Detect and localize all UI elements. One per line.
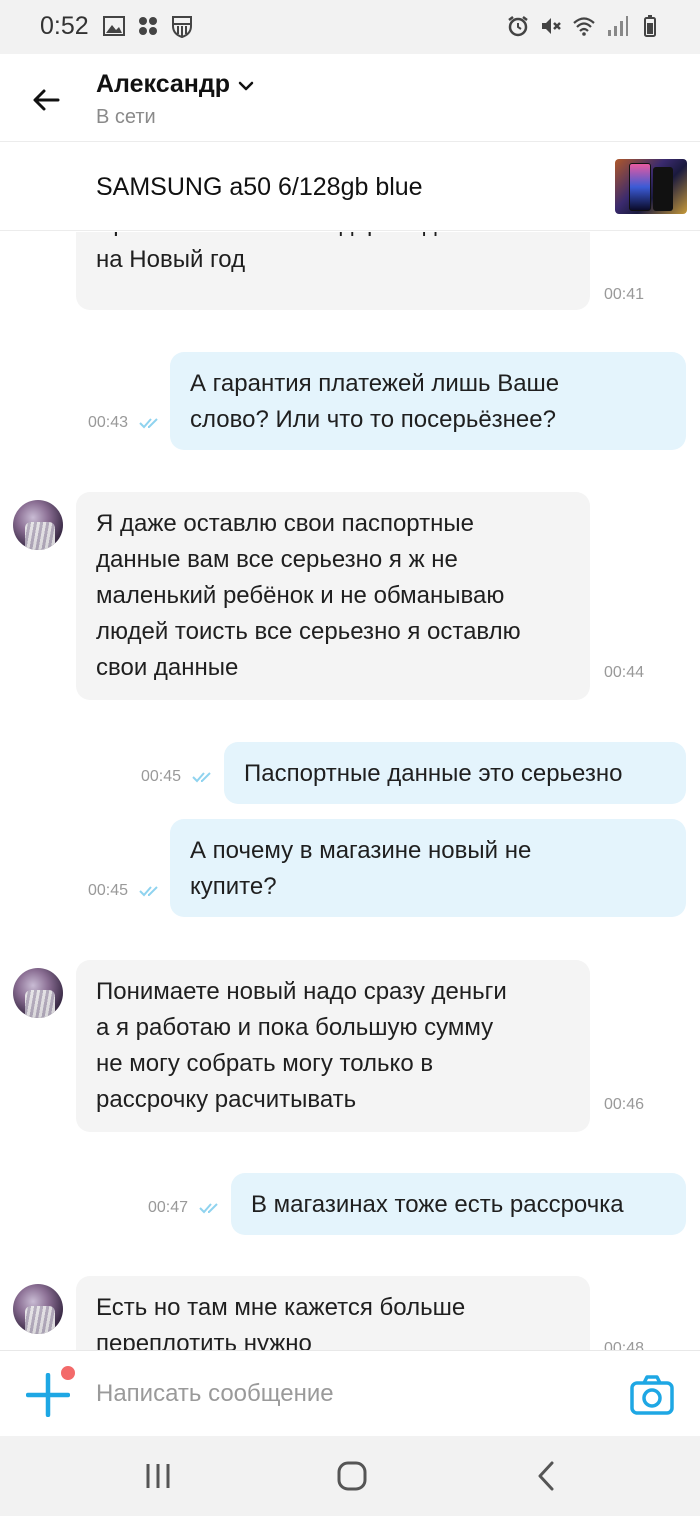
message-text: Паспортные данные это серьезно bbox=[244, 760, 623, 787]
recent-apps-icon[interactable] bbox=[140, 1460, 176, 1492]
avatar[interactable] bbox=[13, 500, 63, 550]
message-text: Я даже оставлю свои паспортные данные ва… bbox=[96, 510, 521, 681]
home-icon[interactable] bbox=[334, 1460, 370, 1492]
message-time: 00:46 bbox=[604, 1096, 645, 1113]
notification-dot bbox=[58, 1363, 78, 1383]
message-outgoing[interactable]: А гарантия платежей лишь Ваше слово? Или… bbox=[170, 352, 686, 450]
message-time: 00:43 bbox=[88, 414, 129, 431]
wifi-icon bbox=[573, 17, 595, 36]
read-ticks-icon bbox=[139, 418, 158, 429]
message-time: 00:48 bbox=[604, 1340, 645, 1350]
system-nav-bar bbox=[0, 1436, 700, 1516]
contact-name[interactable]: Александр bbox=[96, 70, 230, 99]
read-ticks-icon bbox=[139, 886, 158, 897]
message-outgoing[interactable]: А почему в магазине новый не купите? bbox=[170, 819, 686, 917]
message-text: А гарантия платежей лишь Ваше слово? Или… bbox=[190, 370, 560, 433]
chat-header: Александр В сети bbox=[0, 54, 700, 142]
message-incoming[interactable]: Понимаете новый надо сразу деньги а я ра… bbox=[76, 960, 644, 1132]
signal-icon bbox=[608, 16, 628, 36]
read-ticks-icon bbox=[199, 1203, 218, 1214]
status-left-icons bbox=[102, 14, 194, 38]
camera-icon[interactable] bbox=[630, 1375, 674, 1415]
avatar[interactable] bbox=[13, 1284, 63, 1334]
listing-thumbnail[interactable] bbox=[615, 159, 687, 214]
back-arrow-icon[interactable] bbox=[26, 80, 66, 120]
battery-icon bbox=[644, 15, 656, 37]
back-nav-icon[interactable] bbox=[530, 1460, 566, 1492]
message-input[interactable] bbox=[96, 1373, 596, 1415]
alarm-icon bbox=[508, 16, 528, 37]
message-time: 00:41 bbox=[604, 286, 645, 303]
mute-icon bbox=[542, 18, 561, 34]
message-text: Понимаете новый надо сразу деньги а я ра… bbox=[96, 978, 507, 1113]
message-outgoing[interactable]: Паспортные данные это серьезно bbox=[224, 742, 686, 804]
fc-barcelona-icon bbox=[172, 16, 192, 38]
chat-messages[interactable]: Просто хотел жене подарок сделать на Нов… bbox=[0, 232, 700, 1350]
message-incoming[interactable]: Я даже оставлю свои паспортные данные ва… bbox=[76, 492, 644, 700]
message-time: 00:45 bbox=[141, 768, 182, 785]
app-icon bbox=[139, 17, 157, 35]
chevron-down-icon[interactable] bbox=[236, 76, 256, 96]
status-bar: 0:52 bbox=[0, 0, 700, 54]
message-time: 00:45 bbox=[88, 882, 129, 899]
gallery-icon bbox=[103, 16, 125, 36]
contact-status: В сети bbox=[96, 106, 156, 128]
message-text: Есть но там мне кажется больше переплоти… bbox=[96, 1294, 466, 1350]
read-ticks-icon bbox=[192, 772, 211, 783]
message-text: Просто хотел жене подарок сделать на Нов… bbox=[96, 232, 500, 273]
message-composer bbox=[0, 1350, 700, 1436]
message-text: А почему в магазине новый не купите? bbox=[190, 837, 532, 900]
message-time: 00:44 bbox=[604, 664, 645, 681]
listing-title[interactable]: SAMSUNG a50 6/128gb blue bbox=[96, 173, 423, 202]
message-incoming[interactable]: Есть но там мне кажется больше переплоти… bbox=[76, 1276, 644, 1350]
phone-image bbox=[629, 163, 651, 211]
status-time: 0:52 bbox=[40, 12, 89, 40]
avatar[interactable] bbox=[13, 968, 63, 1018]
phone-back-image bbox=[653, 167, 673, 211]
message-outgoing[interactable]: В магазинах тоже есть рассрочка bbox=[231, 1173, 686, 1235]
message-incoming[interactable]: Просто хотел жене подарок сделать на Нов… bbox=[76, 232, 644, 310]
listing-bar[interactable]: SAMSUNG a50 6/128gb blue bbox=[0, 143, 700, 231]
message-text: В магазинах тоже есть рассрочка bbox=[251, 1191, 624, 1218]
status-right-icons bbox=[506, 14, 662, 38]
message-time: 00:47 bbox=[148, 1199, 189, 1216]
